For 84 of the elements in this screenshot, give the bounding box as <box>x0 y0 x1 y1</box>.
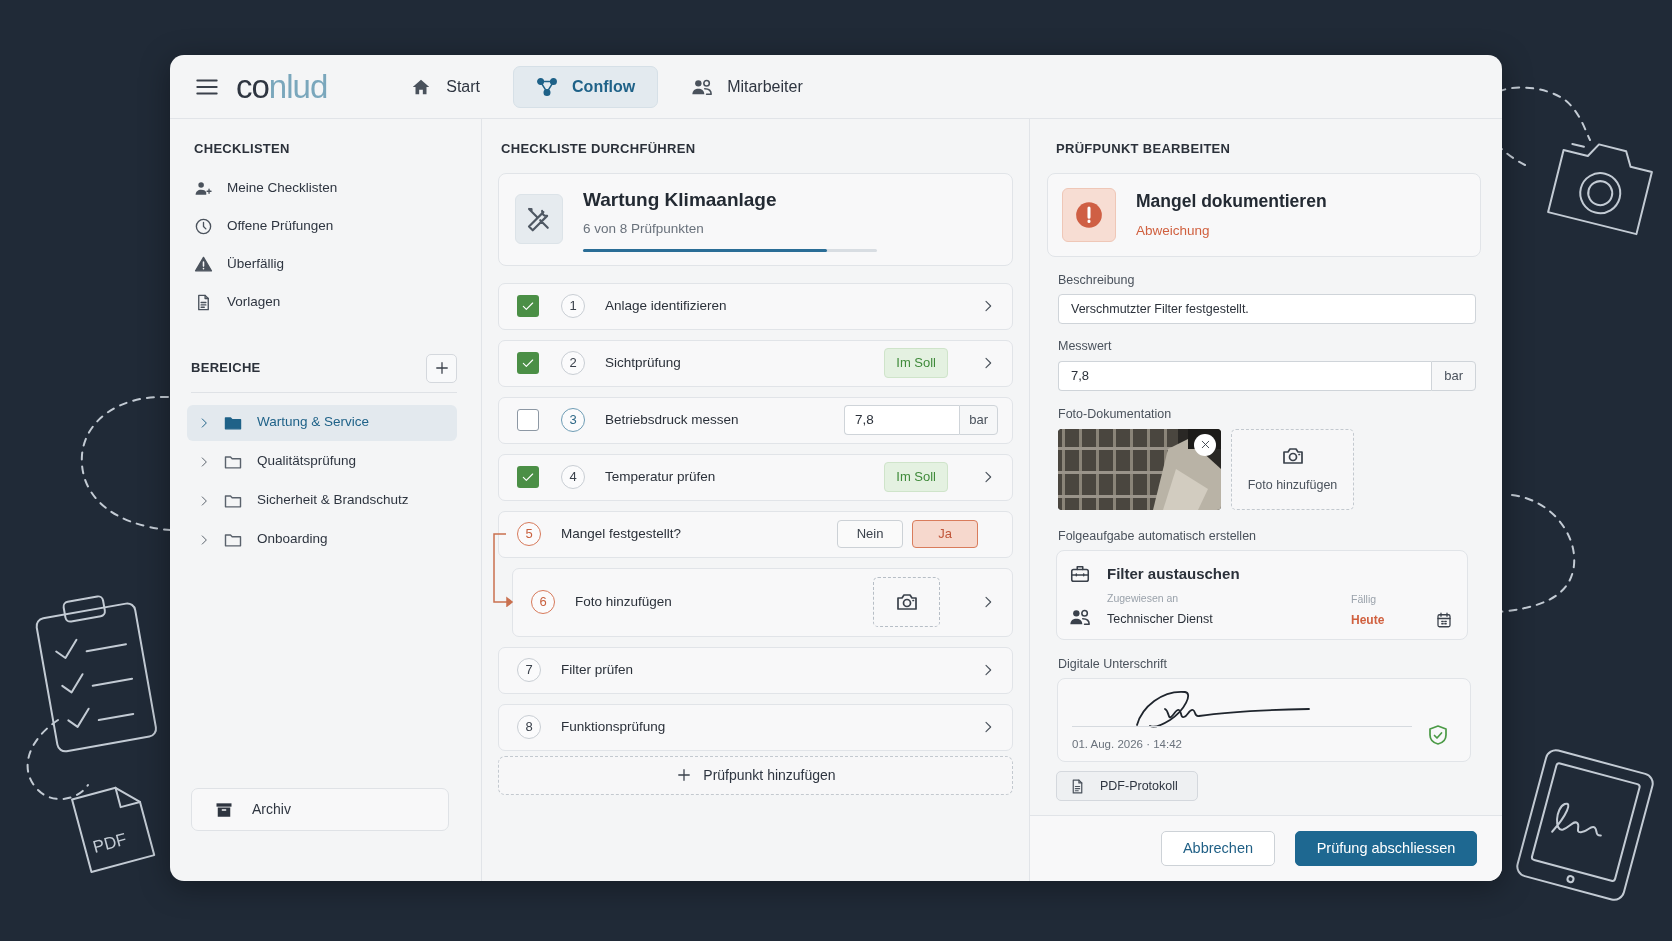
add-photo-button[interactable]: Foto hinzufügen <box>1231 428 1354 510</box>
measure-field[interactable]: 7,8 <box>844 405 960 435</box>
nav-tab[interactable]: Conflow <box>513 65 659 108</box>
measure-field[interactable]: 7,8 <box>1058 361 1432 391</box>
checklist-row[interactable]: 8 Funktionsprüfung <box>498 703 1013 751</box>
step-number: 1 <box>561 294 585 318</box>
user-add-icon <box>194 179 213 198</box>
checklist-row[interactable]: 6 Foto hinzufügen <box>512 567 1013 637</box>
add-checkpoint-button[interactable]: Prüfpunkt hinzufügen <box>498 755 1013 795</box>
network-icon <box>536 75 559 98</box>
field-label: Messwert <box>1058 338 1113 356</box>
section-title: BEREICHE <box>191 359 261 378</box>
checklist-row[interactable]: 3 Betriebsdruck messen 7,8 bar <box>498 396 1013 444</box>
sidebar-item[interactable]: Meine Checklisten <box>191 169 461 208</box>
checklist-row[interactable]: 1 Anlage identifizieren <box>498 282 1013 330</box>
step-number: 3 <box>561 408 585 432</box>
checklist-title: Wartung Klimaanlage <box>583 187 778 212</box>
row-label: Anlage identifizieren <box>605 296 728 315</box>
due-date: Heute <box>1351 611 1386 629</box>
row-label: Filter prüfen <box>561 660 635 679</box>
step-number: 5 <box>517 522 541 546</box>
row-label: Temperatur prüfen <box>605 467 717 486</box>
row-label: Foto hinzufügen <box>575 592 673 611</box>
unit-label: bar <box>959 405 998 435</box>
checklist-row[interactable]: 7 Filter prüfen <box>498 646 1013 694</box>
checkbox[interactable] <box>517 466 539 488</box>
unit-label: bar <box>1431 361 1476 391</box>
status-badge: Im Soll <box>884 462 948 492</box>
pdf-button[interactable]: PDF-Protokoll <box>1056 771 1198 802</box>
nav-tab[interactable]: Start <box>387 65 504 108</box>
task-title: Filter austauschen <box>1107 563 1240 584</box>
add-button[interactable] <box>426 353 457 383</box>
status-badge: Im Soll <box>884 348 948 378</box>
logo: conlud <box>236 70 328 103</box>
archive-button[interactable]: Archiv <box>191 788 449 831</box>
checklist-row[interactable]: 5 Mangel festgestellt? Nein Ja <box>498 510 1013 558</box>
finish-button[interactable]: Prüfung abschliessen <box>1295 831 1477 866</box>
folder-item[interactable]: Qualitätsprüfung <box>187 443 457 480</box>
assignee-name: Technischer Dienst <box>1107 610 1214 628</box>
folder-item[interactable]: Onboarding <box>187 521 457 558</box>
camera-button[interactable] <box>873 577 940 627</box>
pdf-label: PDF <box>90 829 129 857</box>
field-label: Digitale Unterschrift <box>1058 655 1169 673</box>
row-label: Betriebsdruck messen <box>605 410 740 429</box>
cancel-button[interactable]: Abbrechen <box>1161 831 1275 866</box>
signature-pad[interactable]: 01. Aug. 2026 · 14:42 <box>1057 678 1471 763</box>
step-number: 8 <box>517 715 541 739</box>
folder-item[interactable]: Sicherheit & Brandschutz <box>187 482 457 519</box>
step-number: 4 <box>561 465 585 489</box>
section-title: PRÜFPUNKT BEARBEITEN <box>1056 140 1232 158</box>
clock-icon <box>194 217 213 236</box>
tools-icon <box>515 194 563 244</box>
due-label: Fällig <box>1351 591 1378 607</box>
step-number: 7 <box>517 658 541 682</box>
issue-title: Mangel dokumentieren <box>1136 190 1327 214</box>
progress-text: 6 von 8 Prüfpunkten <box>583 220 705 239</box>
section-title: CHECKLISTE DURCHFÜHREN <box>501 140 697 158</box>
section-title: CHECKLISTEN <box>194 140 291 158</box>
row-label: Mangel festgestellt? <box>561 524 683 543</box>
alert-icon <box>1062 187 1116 242</box>
row-label: Sichtprüfung <box>605 353 682 372</box>
step-number: 6 <box>531 590 555 614</box>
issue-subtitle: Abweichung <box>1136 221 1211 240</box>
checkbox[interactable] <box>517 409 539 431</box>
folder-item[interactable]: Wartung & Service <box>187 404 457 441</box>
checklist-row[interactable]: 2 Sichtprüfung Im Soll <box>498 339 1013 387</box>
step-number: 2 <box>561 351 585 375</box>
option-button[interactable]: Nein <box>837 520 903 548</box>
row-label: Funktionsprüfung <box>561 717 667 736</box>
warning-icon <box>194 255 213 274</box>
description-field[interactable]: Verschmutzter Filter festgestellt. <box>1058 294 1476 325</box>
signature-date: 01. Aug. 2026 · 14:42 <box>1072 737 1182 753</box>
checkbox[interactable] <box>517 352 539 374</box>
checklist-row[interactable]: 4 Temperatur prüfen Im Soll <box>498 453 1013 501</box>
calendar-icon[interactable] <box>1435 610 1453 629</box>
sidebar-item[interactable]: Vorlagen <box>191 283 461 322</box>
field-label: Foto-Dokumentation <box>1058 406 1173 423</box>
field-label: Beschreibung <box>1058 271 1136 289</box>
sidebar-item[interactable]: Offene Prüfungen <box>191 207 461 246</box>
nav-tab[interactable]: Mitarbeiter <box>668 65 826 108</box>
field-label: Folgeaufgabe automatisch erstellen <box>1058 527 1258 545</box>
sidebar-item[interactable]: Überfällig <box>191 245 461 284</box>
assignee-label: Zugewiesen an <box>1107 591 1180 606</box>
checkbox[interactable] <box>517 295 539 317</box>
